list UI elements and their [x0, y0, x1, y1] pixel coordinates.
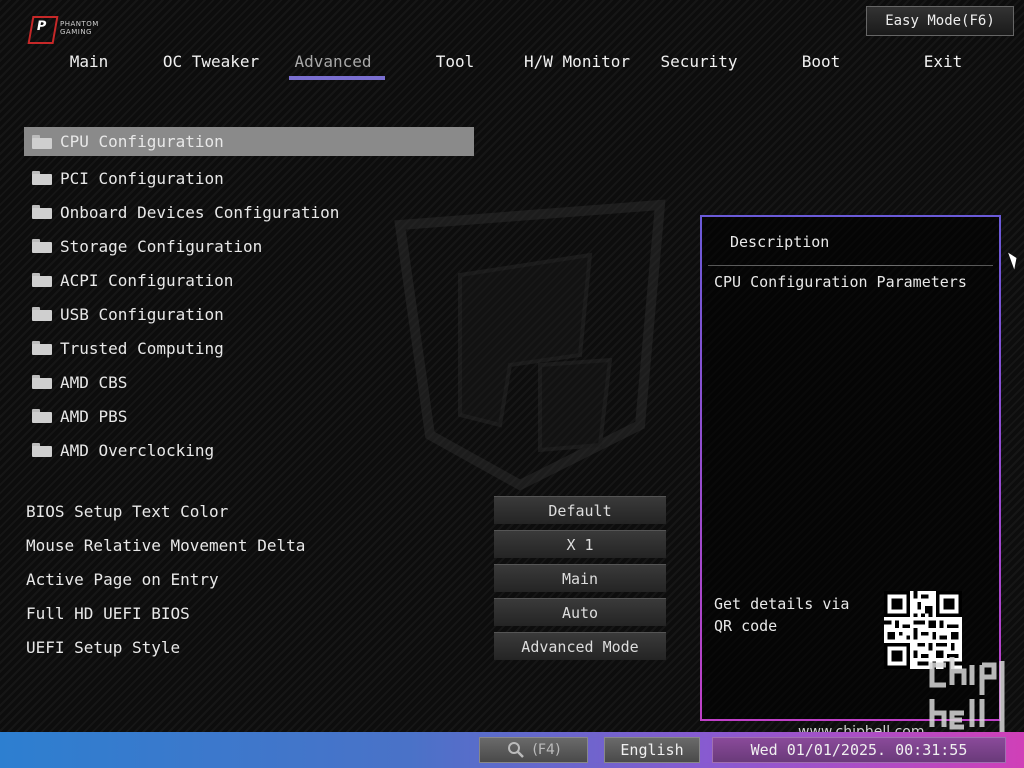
setting-label: Full HD UEFI BIOS: [26, 604, 190, 623]
folder-icon: [32, 239, 52, 253]
menu-item-usb-configuration[interactable]: USB Configuration: [24, 297, 474, 331]
logo-text: PHANTOM GAMING: [60, 20, 99, 36]
description-divider: [708, 265, 993, 266]
tab-exit[interactable]: Exit: [882, 50, 1004, 80]
main-tabs: Main OC Tweaker Advanced Tool H/W Monito…: [28, 50, 988, 80]
folder-icon: [32, 205, 52, 219]
folder-icon: [32, 341, 52, 355]
folder-icon: [32, 409, 52, 423]
setting-bios-text-color: BIOS Setup Text Color Default: [26, 494, 676, 528]
menu-item-label: CPU Configuration: [60, 132, 224, 151]
search-button[interactable]: (F4): [479, 737, 588, 763]
language-button[interactable]: English: [604, 737, 700, 763]
folder-icon: [32, 171, 52, 185]
search-shortcut-label: (F4): [532, 742, 561, 758]
setting-label: Active Page on Entry: [26, 570, 219, 589]
settings-list: BIOS Setup Text Color Default Mouse Rela…: [26, 494, 676, 664]
folder-icon: [32, 375, 52, 389]
qr-code-caption: Get details via QR code: [714, 595, 850, 635]
menu-item-label: Storage Configuration: [60, 236, 263, 256]
description-text: CPU Configuration Parameters: [714, 273, 967, 291]
logo-text-line2: GAMING: [60, 28, 92, 36]
menu-item-label: AMD Overclocking: [60, 440, 215, 460]
easy-mode-button[interactable]: Easy Mode(F6): [866, 6, 1014, 36]
tab-advanced[interactable]: Advanced: [272, 50, 394, 80]
setting-uefi-setup-style: UEFI Setup Style Advanced Mode: [26, 630, 676, 664]
tab-tool[interactable]: Tool: [394, 50, 516, 80]
setting-label: BIOS Setup Text Color: [26, 502, 229, 521]
menu-item-pci-configuration[interactable]: PCI Configuration: [24, 161, 474, 195]
menu-item-label: AMD CBS: [60, 372, 128, 392]
setting-label: UEFI Setup Style: [26, 638, 181, 657]
setting-value-dropdown[interactable]: Main: [494, 564, 666, 592]
menu-item-trusted-computing[interactable]: Trusted Computing: [24, 331, 474, 365]
date-time-display: Wed 01/01/2025. 00:31:55: [712, 737, 1006, 763]
setting-full-hd-uefi-bios: Full HD UEFI BIOS Auto: [26, 596, 676, 630]
menu-item-amd-cbs[interactable]: AMD CBS: [24, 365, 474, 399]
folder-icon: [32, 134, 52, 149]
menu-item-amd-overclocking[interactable]: AMD Overclocking: [24, 433, 474, 467]
menu-item-label: Onboard Devices Configuration: [60, 202, 340, 222]
setting-value-dropdown[interactable]: Advanced Mode: [494, 632, 666, 660]
tab-main[interactable]: Main: [28, 50, 150, 80]
folder-icon: [32, 307, 52, 321]
menu-item-storage-configuration[interactable]: Storage Configuration: [24, 229, 474, 263]
tab-hw-monitor[interactable]: H/W Monitor: [516, 50, 638, 80]
menu-item-acpi-configuration[interactable]: ACPI Configuration: [24, 263, 474, 297]
menu-item-label: USB Configuration: [60, 304, 224, 324]
tab-security[interactable]: Security: [638, 50, 760, 80]
advanced-menu-list: CPU Configuration PCI Configuration Onbo…: [24, 127, 474, 467]
brand-mark-icon: P: [27, 16, 59, 44]
setting-active-page-on-entry: Active Page on Entry Main: [26, 562, 676, 596]
menu-item-label: Trusted Computing: [60, 338, 224, 358]
mouse-cursor-icon: [1008, 250, 1020, 270]
description-panel: Description CPU Configuration Parameters…: [700, 215, 1001, 721]
folder-icon: [32, 273, 52, 287]
search-icon: [507, 742, 524, 758]
menu-item-label: AMD PBS: [60, 406, 128, 426]
phantom-gaming-logo: P PHANTOM GAMING: [27, 16, 105, 44]
menu-item-label: ACPI Configuration: [60, 270, 234, 290]
setting-mouse-movement-delta: Mouse Relative Movement Delta X 1: [26, 528, 676, 562]
setting-label: Mouse Relative Movement Delta: [26, 536, 306, 555]
setting-value-dropdown[interactable]: Default: [494, 496, 666, 524]
menu-item-cpu-configuration[interactable]: CPU Configuration: [24, 127, 474, 156]
menu-item-onboard-devices-configuration[interactable]: Onboard Devices Configuration: [24, 195, 474, 229]
menu-item-amd-pbs[interactable]: AMD PBS: [24, 399, 474, 433]
setting-value-dropdown[interactable]: X 1: [494, 530, 666, 558]
folder-icon: [32, 443, 52, 457]
description-title: Description: [730, 233, 830, 251]
tab-boot[interactable]: Boot: [760, 50, 882, 80]
menu-item-label: PCI Configuration: [60, 168, 224, 188]
setting-value-dropdown[interactable]: Auto: [494, 598, 666, 626]
logo-text-line1: PHANTOM: [60, 20, 99, 28]
tab-oc-tweaker[interactable]: OC Tweaker: [150, 50, 272, 80]
chiphell-watermark-icon: [929, 657, 1006, 739]
